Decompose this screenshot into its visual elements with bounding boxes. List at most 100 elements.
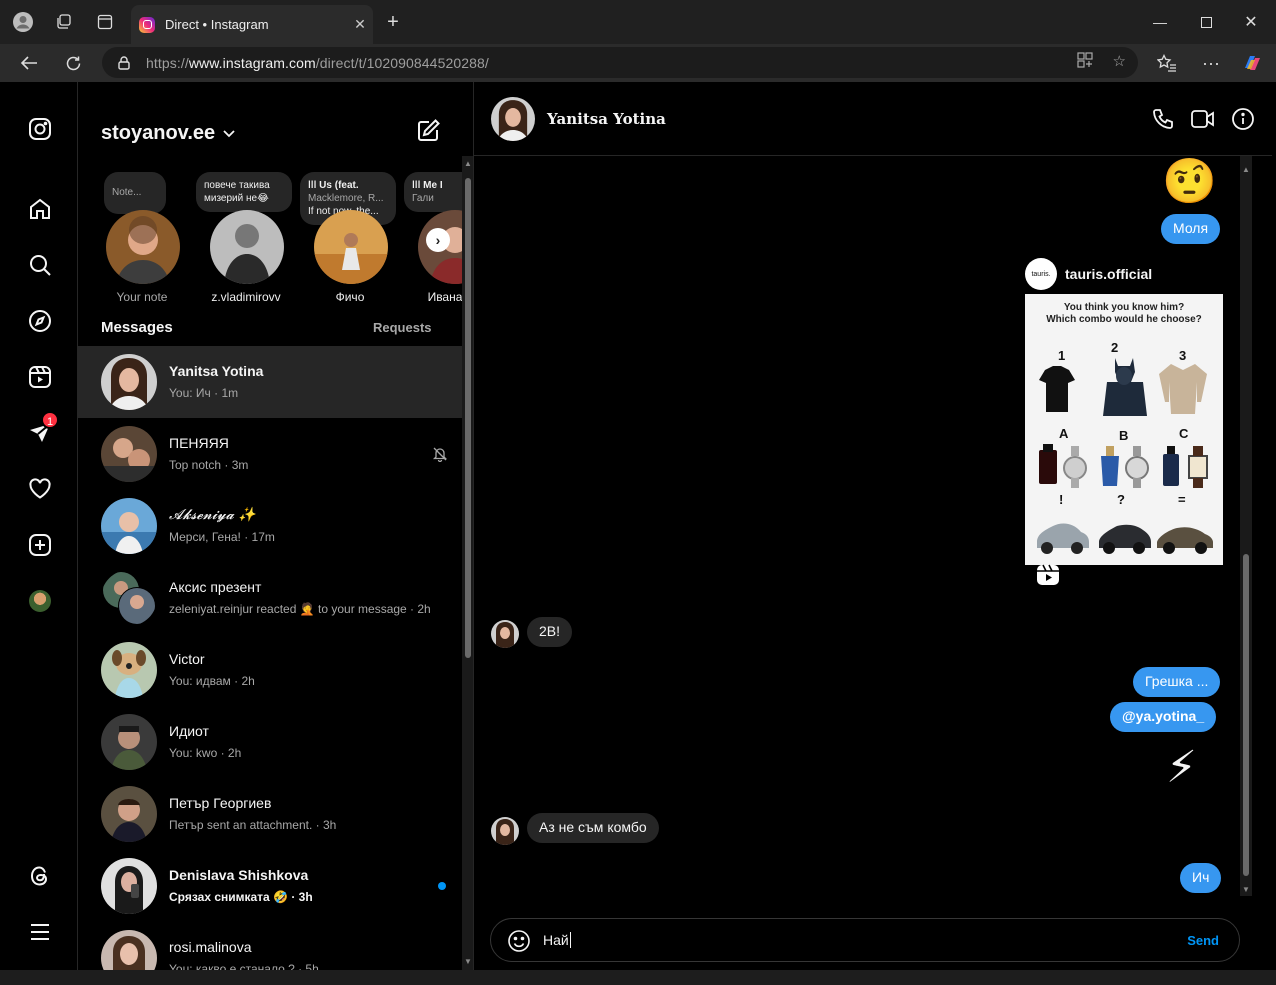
new-tab-icon[interactable]: + [381,10,405,34]
muted-bell-icon [432,446,448,467]
requests-link[interactable]: Requests [373,320,432,335]
outgoing-message[interactable]: Грешка ... [1133,667,1221,697]
chevron-right-icon[interactable]: › [426,228,450,252]
group-avatar [101,570,157,626]
send-button[interactable]: Send [1187,933,1219,948]
thread-preview: Top notch · 3m [169,458,249,472]
create-icon[interactable] [26,531,54,559]
tab-actions-icon[interactable] [93,10,117,34]
search-icon[interactable] [26,251,54,279]
thread-item[interactable]: Denislava Shishkova Срязах снимката 🤣 · 3… [78,850,462,922]
instagram-favicon-icon [139,16,155,33]
incoming-message[interactable]: 2B! [527,617,573,647]
phone-call-icon[interactable] [1150,106,1176,132]
thread-name: Идиот [169,723,209,739]
notifications-heart-icon[interactable] [26,475,54,503]
contact-name[interactable]: Yanitsa Yotina [547,110,666,128]
emoji-message[interactable]: ⚡ [1166,742,1197,794]
notes-tray: Note... Your note повече такива мизерий н… [78,172,462,302]
outgoing-message[interactable]: Моля [1161,214,1221,244]
thread-item[interactable]: Аксис презент zeleniyat.reinjur reacted 🤦… [78,562,462,634]
browser-tab-active[interactable]: Direct • Instagram ✕ [131,5,373,44]
home-icon[interactable] [26,195,54,223]
profile-avatar[interactable] [26,587,54,615]
outgoing-message[interactable]: Ич [1180,863,1222,893]
perfume-watch-icon [1039,444,1087,488]
outgoing-mention-message[interactable]: @ya.yotina_ [1110,702,1217,732]
thread-item[interactable]: Петър Георгиев Петър sent an attachment. … [78,778,462,850]
info-icon[interactable] [1230,106,1256,132]
thread-list: Yanitsa Yotina You: Ич · 1m ПЕНЯЯЯ Top not… [78,346,462,970]
close-window-icon[interactable]: ✕ [1231,10,1271,34]
message-composer[interactable]: Най Send [490,918,1240,962]
scroll-up-icon[interactable]: ▲ [1240,164,1252,174]
instagram-page: 1 stoyanov.ee Note... Your note повече т… [4,82,1272,970]
conversation-scrollbar[interactable]: ▲ ▼ [1240,156,1252,896]
thread-item[interactable]: Идиот You: kwo · 2h [78,706,462,778]
explore-icon[interactable] [26,307,54,335]
maximize-icon[interactable] [1186,10,1226,34]
instagram-logo-icon[interactable] [26,115,54,143]
note-name: z.vladimirovv [211,290,281,302]
note-bubble: ǀǀǀ Me I Гали [404,172,462,212]
account-username: stoyanov.ee [101,122,216,144]
more-hamburger-icon[interactable] [26,918,54,946]
thread-name: rosi.malinova [169,939,252,955]
shared-post[interactable]: tauris. tauris.official You think you kn… [1025,258,1223,565]
lock-icon[interactable] [102,55,146,70]
account-switcher[interactable]: stoyanov.ee [101,122,235,145]
avatar [101,354,157,410]
contact-mini-avatar [491,620,519,648]
thread-item[interactable]: 𝓐𝓴𝓼𝓮𝓷𝓲𝔂𝓪 ✨ Мерси, Гена! · 17m [78,490,462,562]
new-message-icon[interactable] [416,117,444,145]
thread-item[interactable]: Yanitsa Yotina You: Ич · 1m [78,346,462,418]
note-bubble: повече такива мизерий не😂 [196,172,292,212]
grid-label: 1 [1058,348,1066,363]
grid-label: ! [1059,492,1064,507]
thread-name: ПЕНЯЯЯ [169,435,229,451]
video-call-icon[interactable] [1190,106,1216,132]
note-name: Фичо [335,290,365,302]
message-input[interactable]: Най [543,932,571,948]
scroll-down-icon[interactable]: ▼ [462,956,473,966]
direct-messages-icon[interactable]: 1 [26,411,59,447]
sweater-icon [1159,364,1207,414]
reels-icon[interactable] [26,363,54,391]
emoji-picker-icon[interactable] [507,929,531,953]
thread-item[interactable]: rosi.malinova You: какво е станало ? · 5h [78,922,462,970]
workspaces-icon[interactable] [52,10,76,34]
favorite-star-icon[interactable]: ☆ [1113,52,1126,72]
browser-address-bar: https://www.instagram.com/direct/t/10209… [0,44,1276,82]
favorites-list-icon[interactable] [1155,52,1179,74]
scroll-down-icon[interactable]: ▼ [1240,884,1252,894]
thread-item[interactable]: Victor You: идвам · 2h [78,634,462,706]
inbox-scroll-thumb[interactable] [465,178,471,658]
scroll-up-icon[interactable]: ▲ [462,158,473,168]
tab-close-icon[interactable]: ✕ [347,16,373,33]
shared-post-image[interactable]: You think you know him? Which combo woul… [1025,294,1223,565]
emoji-message[interactable]: 🤨 [1162,156,1217,208]
threads-icon[interactable] [26,862,54,890]
contact-mini-avatar [491,817,519,845]
profile-icon[interactable] [11,10,35,34]
more-menu-icon[interactable]: ··· [1199,52,1223,74]
reload-icon[interactable] [60,51,86,75]
browser-tab-bar: Direct • Instagram ✕ + — ✕ [0,0,1276,44]
url-bar[interactable]: https://www.instagram.com/direct/t/10209… [102,47,1138,78]
minimize-icon[interactable]: — [1140,10,1180,34]
contact-avatar[interactable] [491,97,535,141]
thread-item[interactable]: ПЕНЯЯЯ Top notch · 3m [78,418,462,490]
avatar [101,426,157,482]
avatar [210,210,284,284]
inbox-scrollbar[interactable]: ▲ ▼ [462,156,473,970]
app-available-icon[interactable] [1076,52,1093,72]
back-icon[interactable] [16,51,42,75]
thread-name: Петър Георгиев [169,795,272,811]
conversation-header: Yanitsa Yotina [474,82,1272,156]
shared-account-name[interactable]: tauris.official [1065,266,1152,282]
thread-name: Yanitsa Yotina [169,363,264,379]
unread-dot [438,882,446,890]
copilot-icon[interactable] [1240,52,1264,74]
conversation-scroll-thumb[interactable] [1243,554,1249,876]
incoming-message[interactable]: Аз не съм комбо [527,813,659,843]
